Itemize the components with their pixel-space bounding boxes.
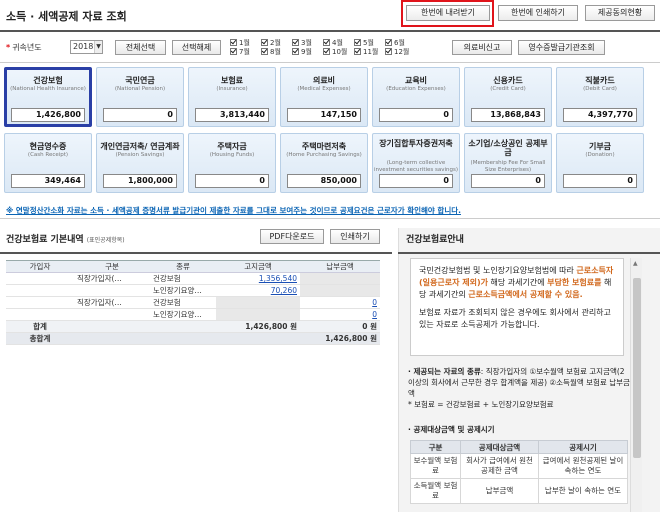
card-9[interactable]: 주택자금 (Housing Funds) 0 — [188, 133, 276, 193]
col-notice-amount: 고지금액 — [216, 260, 300, 273]
guide-divider — [398, 252, 660, 254]
print-button[interactable]: 인쇄하기 — [330, 229, 380, 244]
year-select[interactable]: 2018년 ▼ — [70, 40, 103, 54]
card-6[interactable]: 직불카드 (Debit Card) 4,397,770 — [556, 67, 644, 127]
card-0[interactable]: 건강보험 (National Health Insurance) 1,426,800 — [4, 67, 92, 127]
subtotal-row: 합계 1,426,800 원 0 원 — [6, 320, 380, 333]
notice-text: ※ 연말정산간소화 자료는 소득 · 세액공제 증명서류 발급기관이 제출한 자… — [6, 206, 461, 215]
month-checkbox-10[interactable]: 10월 — [323, 48, 347, 57]
page-title: 소득 · 세액공제 자료 조회 — [6, 10, 127, 23]
card-10[interactable]: 주택마련저축 (Home Purchasing Savings) 850,000 — [280, 133, 368, 193]
year-label: * 귀속년도 — [6, 43, 42, 52]
card-value: 850,000 — [287, 174, 361, 188]
receipt-agency-button[interactable]: 영수증발급기관조회 — [518, 40, 605, 55]
card-value: 0 — [195, 174, 269, 188]
month-checkbox-11[interactable]: 11월 — [354, 48, 378, 57]
month-checkbox-9[interactable]: 9월 — [292, 48, 312, 57]
card-value: 0 — [379, 174, 453, 188]
filter-divider — [0, 62, 660, 63]
card-value: 4,397,770 — [563, 108, 637, 122]
chevron-down-icon: ▼ — [94, 41, 102, 53]
guide-title: 건강보험료안내 — [406, 235, 464, 245]
highlight-box — [401, 0, 494, 27]
paid-amount-link[interactable]: 0 — [372, 310, 377, 319]
col-subscriber: 가입자 — [6, 260, 74, 273]
col-kind: 종류 — [150, 260, 216, 273]
card-4[interactable]: 교육비 (Education Expenses) 0 — [372, 67, 460, 127]
checkbox-checked-icon[interactable] — [230, 48, 237, 55]
notice-divider — [0, 218, 660, 219]
month-checkbox-7[interactable]: 7월 — [230, 48, 250, 57]
checkbox-checked-icon[interactable] — [354, 39, 361, 46]
scroll-up-icon[interactable]: ▲ — [633, 260, 638, 267]
card-2[interactable]: 보험료 (Insurance) 3,813,440 — [188, 67, 276, 127]
card-value: 13,868,843 — [471, 108, 545, 122]
card-value: 0 — [471, 174, 545, 188]
card-3[interactable]: 의료비 (Medical Expenses) 147,150 — [280, 67, 368, 127]
checkbox-checked-icon[interactable] — [385, 48, 392, 55]
card-value: 0 — [563, 174, 637, 188]
pdf-download-button[interactable]: PDF다운로드 — [260, 229, 324, 244]
deselect-button[interactable]: 선택해제 — [172, 40, 221, 55]
checkbox-checked-icon[interactable] — [292, 48, 299, 55]
checkbox-checked-icon[interactable] — [354, 48, 361, 55]
header-divider — [0, 30, 660, 32]
provided-data-text: · 제공되는 자료의 종류: 직장가입자의 ①보수월액 보험료 고지금액(2 이… — [408, 367, 630, 409]
card-value: 0 — [103, 108, 177, 122]
checkbox-checked-icon[interactable] — [261, 48, 268, 55]
notice-amount-link[interactable]: 70,260 — [271, 286, 297, 295]
consent-status-button[interactable]: 제공동의현황 — [585, 5, 655, 21]
checkbox-checked-icon[interactable] — [292, 39, 299, 46]
card-7[interactable]: 현금영수증 (Cash Receipt) 349,464 — [4, 133, 92, 193]
guide-info-box: 국민건강보험법 및 노인장기요양보험법에 따라 근로소득자(일용근로자 제외)가… — [410, 258, 624, 356]
print-all-button[interactable]: 한번에 인쇄하기 — [498, 5, 578, 21]
select-all-button[interactable]: 전체선택 — [115, 40, 166, 55]
notice-amount-link[interactable]: 1,356,540 — [259, 274, 297, 283]
card-5[interactable]: 신용카드 (Credit Card) 13,868,843 — [464, 67, 552, 127]
detail-title: 건강보험료 기본내역 (표인공제항목) — [6, 235, 125, 245]
card-11[interactable]: 장기집합투자증권저축 (Long-term collective investme… — [372, 133, 460, 193]
deduction-timing-table: 구분 공제대상금액 공제시기 보수월액 보험료 회사가 급여에서 원천공제한 금… — [410, 440, 628, 504]
medical-report-button[interactable]: 의료비신고 — [452, 40, 512, 55]
checkbox-checked-icon[interactable] — [230, 39, 237, 46]
card-value: 0 — [379, 108, 453, 122]
col-category: 구분 — [74, 260, 150, 273]
card-value: 1,426,800 — [11, 108, 85, 122]
card-8[interactable]: 개인연금저축/ 연금계좌 (Pension Savings) 1,800,000 — [96, 133, 184, 193]
card-13[interactable]: 기부금 (Donation) 0 — [556, 133, 644, 193]
detail-divider — [0, 252, 392, 254]
table-row: 보수월액 보험료 회사가 급여에서 원천공제한 금액 급여에서 원천공제된 날이… — [410, 453, 628, 479]
insurance-detail-table: 가입자 구분 종류 고지금액 납부금액 직장가입자(… 건강보험 1,356,5… — [6, 260, 380, 345]
table-row: 노인장기요양… 70,260 — [6, 284, 380, 297]
table-row: 직장가입자(… 건강보험 1,356,540 — [6, 272, 380, 285]
guide-scrollbar[interactable]: ▲ — [630, 258, 642, 512]
checkbox-checked-icon[interactable] — [323, 39, 330, 46]
checkbox-checked-icon[interactable] — [323, 48, 330, 55]
card-value: 3,813,440 — [195, 108, 269, 122]
card-1[interactable]: 국민연금 (National Pension) 0 — [96, 67, 184, 127]
month-checkbox-8[interactable]: 8월 — [261, 48, 281, 57]
card-12[interactable]: 소기업/소상공인 공제부금 (Membership Fee For Small S… — [464, 133, 552, 193]
card-value: 147,150 — [287, 108, 361, 122]
checkbox-checked-icon[interactable] — [261, 39, 268, 46]
card-value: 1,800,000 — [103, 174, 177, 188]
col-paid-amount: 납부금액 — [300, 260, 380, 273]
table-row: 직장가입자(… 건강보험 0 — [6, 296, 380, 309]
timing-title: · 공제대상금액 및 공제시기 — [408, 425, 495, 434]
scroll-thumb[interactable] — [633, 278, 641, 458]
total-row: 총합계 1,426,800 원 — [6, 332, 380, 345]
checkbox-checked-icon[interactable] — [385, 39, 392, 46]
table-row: 소득월액 보험료 납부금액 납부한 날이 속하는 연도 — [410, 478, 628, 504]
paid-amount-link[interactable]: 0 — [372, 298, 377, 307]
required-star-icon: * — [6, 43, 11, 52]
month-checkbox-12[interactable]: 12월 — [385, 48, 409, 57]
table-row: 노인장기요양… 0 — [6, 308, 380, 321]
card-value: 349,464 — [11, 174, 85, 188]
